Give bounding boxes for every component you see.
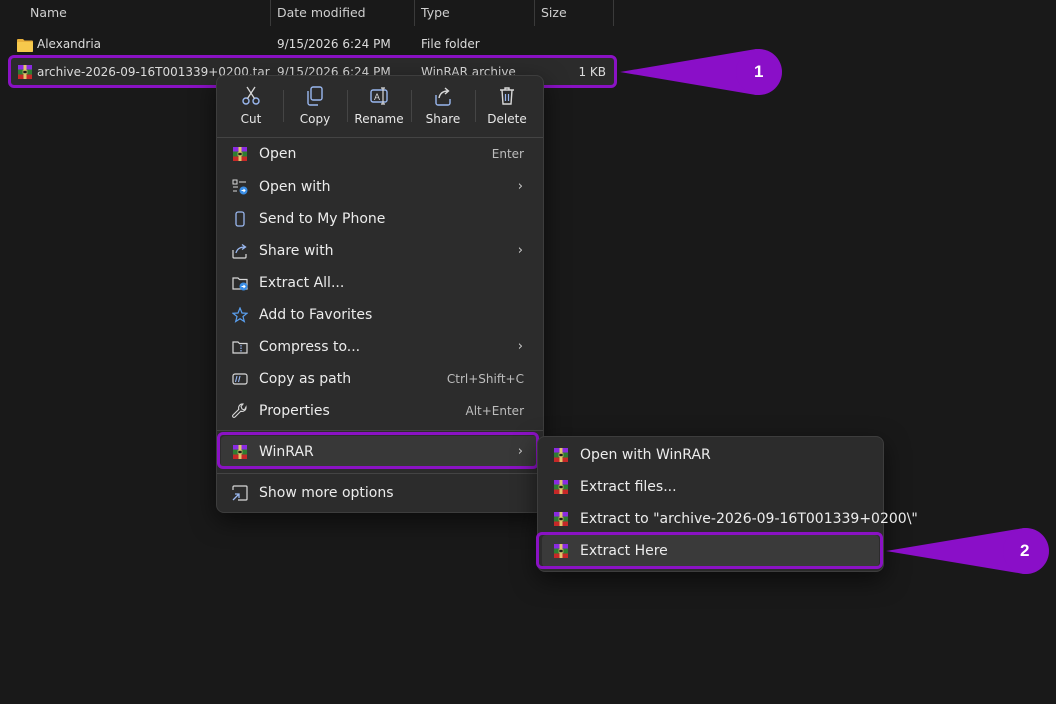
menu-divider	[217, 430, 543, 431]
file-size: 1 KB	[578, 65, 606, 79]
share-icon	[435, 87, 451, 106]
winrar-icon	[232, 444, 248, 460]
column-name[interactable]: Name	[24, 0, 270, 26]
menu-item-shortcut: Ctrl+Shift+C	[446, 372, 524, 386]
submenu-item-open-with-winrar[interactable]: Open with WinRAR	[542, 439, 879, 471]
menu-item-extract-all[interactable]: Extract All...	[221, 267, 539, 299]
chevron-right-icon: ›	[517, 339, 523, 354]
menu-item-compress[interactable]: Compress to... ›	[221, 331, 539, 363]
star-icon	[232, 307, 248, 323]
submenu-item-extract-files[interactable]: Extract files...	[542, 471, 879, 503]
quick-actions-bar: Cut Copy A Rename Share Delete	[217, 82, 543, 134]
column-date-modified[interactable]: Date modified	[271, 0, 414, 26]
callout-number: 2	[1020, 541, 1030, 560]
svg-text:A: A	[374, 92, 380, 102]
more-options-icon	[232, 485, 248, 501]
menu-item-label: Extract All...	[259, 275, 345, 291]
column-type[interactable]: Type	[415, 0, 534, 26]
chevron-right-icon: ›	[517, 444, 523, 459]
trash-icon	[500, 87, 514, 105]
menu-item-share-with[interactable]: Share with ›	[221, 235, 539, 267]
rename-label: Rename	[354, 112, 404, 126]
wrench-icon	[232, 403, 247, 418]
file-name: Alexandria	[37, 37, 102, 51]
chevron-right-icon: ›	[517, 243, 523, 258]
compress-folder-icon	[232, 341, 248, 354]
menu-item-label: WinRAR	[259, 444, 314, 460]
delete-label: Delete	[487, 112, 527, 126]
column-header: ^ Name Date modified Type Size	[0, 0, 614, 26]
phone-icon	[235, 211, 245, 227]
menu-item-open-with[interactable]: Open with ›	[221, 171, 539, 203]
menu-item-shortcut: Alt+Enter	[465, 404, 524, 418]
share-button[interactable]: Share	[411, 82, 475, 134]
menu-item-winrar[interactable]: WinRAR ›	[221, 436, 539, 468]
submenu-item-label: Extract files...	[580, 479, 677, 495]
menu-item-properties[interactable]: Properties Alt+Enter	[221, 395, 539, 427]
submenu-item-label: Extract to "archive-2026-09-16T001339+02…	[580, 511, 918, 527]
submenu-item-label: Extract Here	[580, 543, 668, 559]
menu-item-label: Compress to...	[259, 339, 361, 355]
submenu-item-label: Open with WinRAR	[580, 447, 711, 463]
chevron-right-icon: ›	[517, 179, 523, 194]
share-icon	[232, 243, 247, 259]
menu-item-label: Show more options	[259, 485, 394, 501]
menu-item-label: Open with	[259, 179, 331, 195]
menu-item-send-to-phone[interactable]: Send to My Phone	[221, 203, 539, 235]
column-size[interactable]: Size	[535, 0, 613, 26]
menu-divider	[217, 473, 543, 474]
winrar-submenu: Open with WinRAR Extract files... Extrac…	[537, 436, 918, 572]
winrar-icon	[553, 447, 569, 463]
callout-number: 1	[754, 62, 764, 81]
menu-item-copy-as-path[interactable]: Copy as path Ctrl+Shift+C	[221, 363, 539, 395]
winrar-icon	[553, 479, 569, 495]
file-row-folder[interactable]: Alexandria 9/15/2026 6:24 PM File folder	[10, 30, 614, 58]
submenu-item-extract-here[interactable]: Extract Here	[542, 535, 879, 567]
menu-item-label: Send to My Phone	[259, 211, 386, 227]
path-icon	[232, 373, 248, 385]
share-label: Share	[425, 112, 461, 126]
submenu-item-extract-to-folder[interactable]: Extract to "archive-2026-09-16T001339+02…	[542, 503, 918, 535]
winrar-icon	[232, 146, 248, 162]
file-type: File folder	[421, 37, 480, 51]
copy-button[interactable]: Copy	[283, 82, 347, 134]
menu-item-label: Open	[259, 146, 297, 162]
cut-label: Cut	[240, 112, 262, 126]
column-divider[interactable]	[613, 0, 614, 26]
menu-item-add-favorites[interactable]: Add to Favorites	[221, 299, 539, 331]
folder-icon	[17, 39, 33, 52]
rename-button[interactable]: A Rename	[347, 82, 411, 134]
menu-item-show-more-options[interactable]: Show more options	[221, 477, 539, 509]
copy-label: Copy	[299, 112, 331, 126]
open-with-icon	[232, 179, 248, 195]
file-date: 9/15/2026 6:24 PM	[277, 37, 391, 51]
context-menu: Cut Copy A Rename Share Delete Open Ente…	[216, 75, 544, 513]
winrar-icon	[553, 543, 569, 559]
menu-item-label: Share with	[259, 243, 334, 259]
menu-item-open[interactable]: Open Enter	[221, 138, 539, 170]
menu-item-label: Copy as path	[259, 371, 352, 387]
menu-item-label: Properties	[259, 403, 330, 419]
copy-icon	[307, 86, 323, 106]
rename-icon: A	[370, 87, 388, 105]
menu-item-label: Add to Favorites	[259, 307, 373, 323]
winrar-icon	[553, 511, 569, 527]
scissors-icon	[242, 86, 260, 105]
cut-button[interactable]: Cut	[219, 82, 283, 134]
extract-folder-icon	[232, 277, 248, 291]
menu-item-shortcut: Enter	[491, 147, 524, 161]
winrar-icon	[17, 64, 33, 80]
delete-button[interactable]: Delete	[475, 82, 539, 134]
